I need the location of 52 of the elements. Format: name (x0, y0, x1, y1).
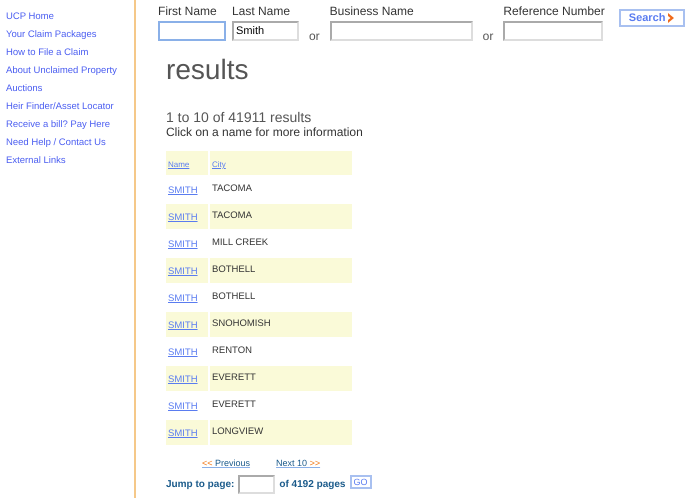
city-cell: SNOHOMISH (210, 312, 352, 337)
jump-label: Jump to page: (166, 478, 234, 492)
field-label: First Name (158, 4, 218, 18)
page-count: of 4192 pages (279, 478, 346, 492)
input-field[interactable] (158, 21, 226, 41)
sidebar-link[interactable]: About Unclaimed Property (6, 63, 117, 79)
person-name-link[interactable]: SMITH (168, 239, 198, 251)
city-cell-text: EVERETT (211, 398, 257, 412)
next-link[interactable]: Next 10 >> (276, 457, 320, 470)
city-cell: EVERETT (210, 366, 352, 391)
city-cell: TACOMA (210, 204, 352, 229)
sidebar-link[interactable]: Need Help / Contact Us (6, 135, 106, 151)
person-name-link[interactable]: SMITH (168, 374, 198, 386)
sidebar-link[interactable]: Your Claim Packages (6, 27, 96, 43)
person-name-link[interactable]: SMITH (168, 401, 198, 413)
or-text: or (309, 28, 320, 45)
city-cell: BOTHELL (210, 258, 352, 283)
person-name-link[interactable]: SMITH (168, 185, 198, 197)
city-cell-text: BOTHELL (211, 290, 256, 304)
city-cell-text: MILL CREEK (211, 236, 270, 250)
person-name-link[interactable]: SMITH (168, 347, 198, 359)
person-name-link[interactable]: SMITH (168, 212, 198, 224)
field-label: Last Name (232, 4, 292, 18)
person-name-link[interactable]: SMITH (168, 320, 198, 332)
previous-link[interactable]: << Previous (202, 457, 250, 470)
person-name-link[interactable]: SMITH (168, 428, 198, 440)
city-cell: LONGVIEW (210, 420, 352, 445)
search-button[interactable]: Search (618, 9, 686, 27)
or-text: or (482, 28, 494, 45)
results-summary: 1 to 10 of 41911 results (166, 109, 312, 125)
sidebar-link[interactable]: How to File a Claim (6, 45, 88, 61)
sidebar-link[interactable]: Heir Finder/Asset Locator (6, 99, 114, 115)
field-label: Reference Number (503, 4, 605, 18)
column-sort-link[interactable]: Name (168, 160, 190, 169)
city-cell-text: TACOMA (211, 182, 253, 196)
field-label: Business Name (330, 4, 415, 18)
instruction-text: Click on a name for more information (166, 125, 364, 139)
person-name-link[interactable]: SMITH (168, 293, 198, 305)
go-button[interactable]: GO (350, 474, 372, 488)
page-heading: results (166, 53, 250, 87)
input-field[interactable] (503, 21, 604, 41)
input-field[interactable] (330, 21, 473, 41)
sidebar-link[interactable]: External Links (6, 153, 66, 169)
sidebar-link[interactable]: Receive a bill? Pay Here (6, 117, 110, 133)
column-sort-link[interactable]: City (212, 160, 226, 169)
person-name-link[interactable]: SMITH (168, 266, 198, 278)
sidebar-link[interactable]: UCP Home (6, 9, 54, 25)
sidebar-link[interactable]: Auctions (6, 81, 42, 97)
chevron-icon (667, 13, 676, 23)
city-cell-text: RENTON (211, 344, 253, 358)
input-field[interactable]: Smith (232, 21, 299, 41)
page-input[interactable] (238, 475, 276, 494)
